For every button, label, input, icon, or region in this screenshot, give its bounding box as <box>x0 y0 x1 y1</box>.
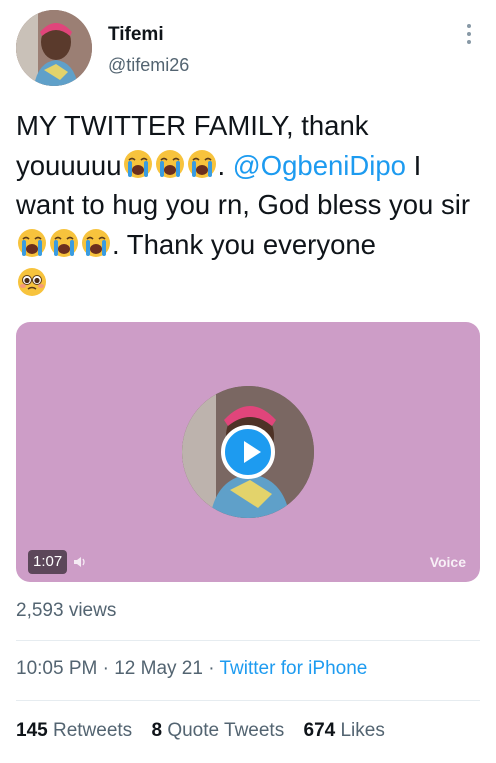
speaker-icon[interactable] <box>72 554 88 570</box>
retweets-stat[interactable]: 145 Retweets <box>16 720 132 741</box>
likes-stat[interactable]: 674 Likes <box>304 720 385 741</box>
divider <box>16 700 480 701</box>
quote-tweets-label: Quote Tweets <box>167 720 285 741</box>
crying-face-emoji-icon <box>82 228 110 257</box>
meta-separator: · <box>202 658 220 679</box>
tweet-stats: 145 Retweets 8 Quote Tweets 674 Likes <box>16 720 399 742</box>
view-count: 2,593 views <box>16 600 117 621</box>
quote-tweets-count: 8 <box>151 720 163 741</box>
user-handle[interactable]: @tifemi26 <box>108 55 189 76</box>
crying-face-emoji-icon <box>155 149 184 178</box>
divider <box>16 640 480 641</box>
display-name[interactable]: Tifemi <box>108 24 189 46</box>
tweet-source-link[interactable]: Twitter for iPhone <box>220 658 368 679</box>
user-names: Tifemi @tifemi26 <box>108 24 189 76</box>
mention-link[interactable]: @OgbeniDipo <box>233 150 406 181</box>
more-options-icon[interactable] <box>466 24 472 46</box>
tweet-meta: 10:05 PM · 12 May 21 · Twitter for iPhon… <box>16 658 367 680</box>
voice-label: Voice <box>429 554 466 570</box>
tweet-date[interactable]: 12 May 21 <box>114 658 203 679</box>
tweet-text-part3: . <box>217 149 233 181</box>
tweet-header: Tifemi @tifemi26 <box>16 10 480 90</box>
pleading-face-emoji-icon <box>18 268 46 296</box>
crying-face-emoji-icon <box>50 228 78 257</box>
quote-tweets-stat[interactable]: 8 Quote Tweets <box>151 720 284 741</box>
crying-face-emoji-icon <box>18 228 46 257</box>
tweet-text: MY TWITTER FAMILY, thank youuuuu. @Ogbeni… <box>16 106 482 304</box>
duration-badge: 1:07 <box>28 550 68 574</box>
tweet-time[interactable]: 10:05 PM <box>16 658 97 679</box>
retweets-label: Retweets <box>52 720 133 741</box>
voice-tweet-media[interactable]: 1:07 Voice <box>16 322 480 582</box>
retweets-count: 145 <box>16 720 48 741</box>
avatar[interactable] <box>16 10 92 86</box>
crying-face-emoji-icon <box>123 149 152 178</box>
meta-separator: · <box>97 658 115 679</box>
play-button[interactable] <box>221 425 275 479</box>
crying-face-emoji-icon <box>187 149 216 178</box>
tweet-text-part5: . Thank you everyone <box>112 228 376 260</box>
likes-label: Likes <box>340 720 385 741</box>
tweet-text-line1: MY TWITTER FAMILY, thank <box>16 110 369 141</box>
tweet-text-part2: youuuuu <box>16 149 122 181</box>
likes-count: 674 <box>303 720 336 741</box>
